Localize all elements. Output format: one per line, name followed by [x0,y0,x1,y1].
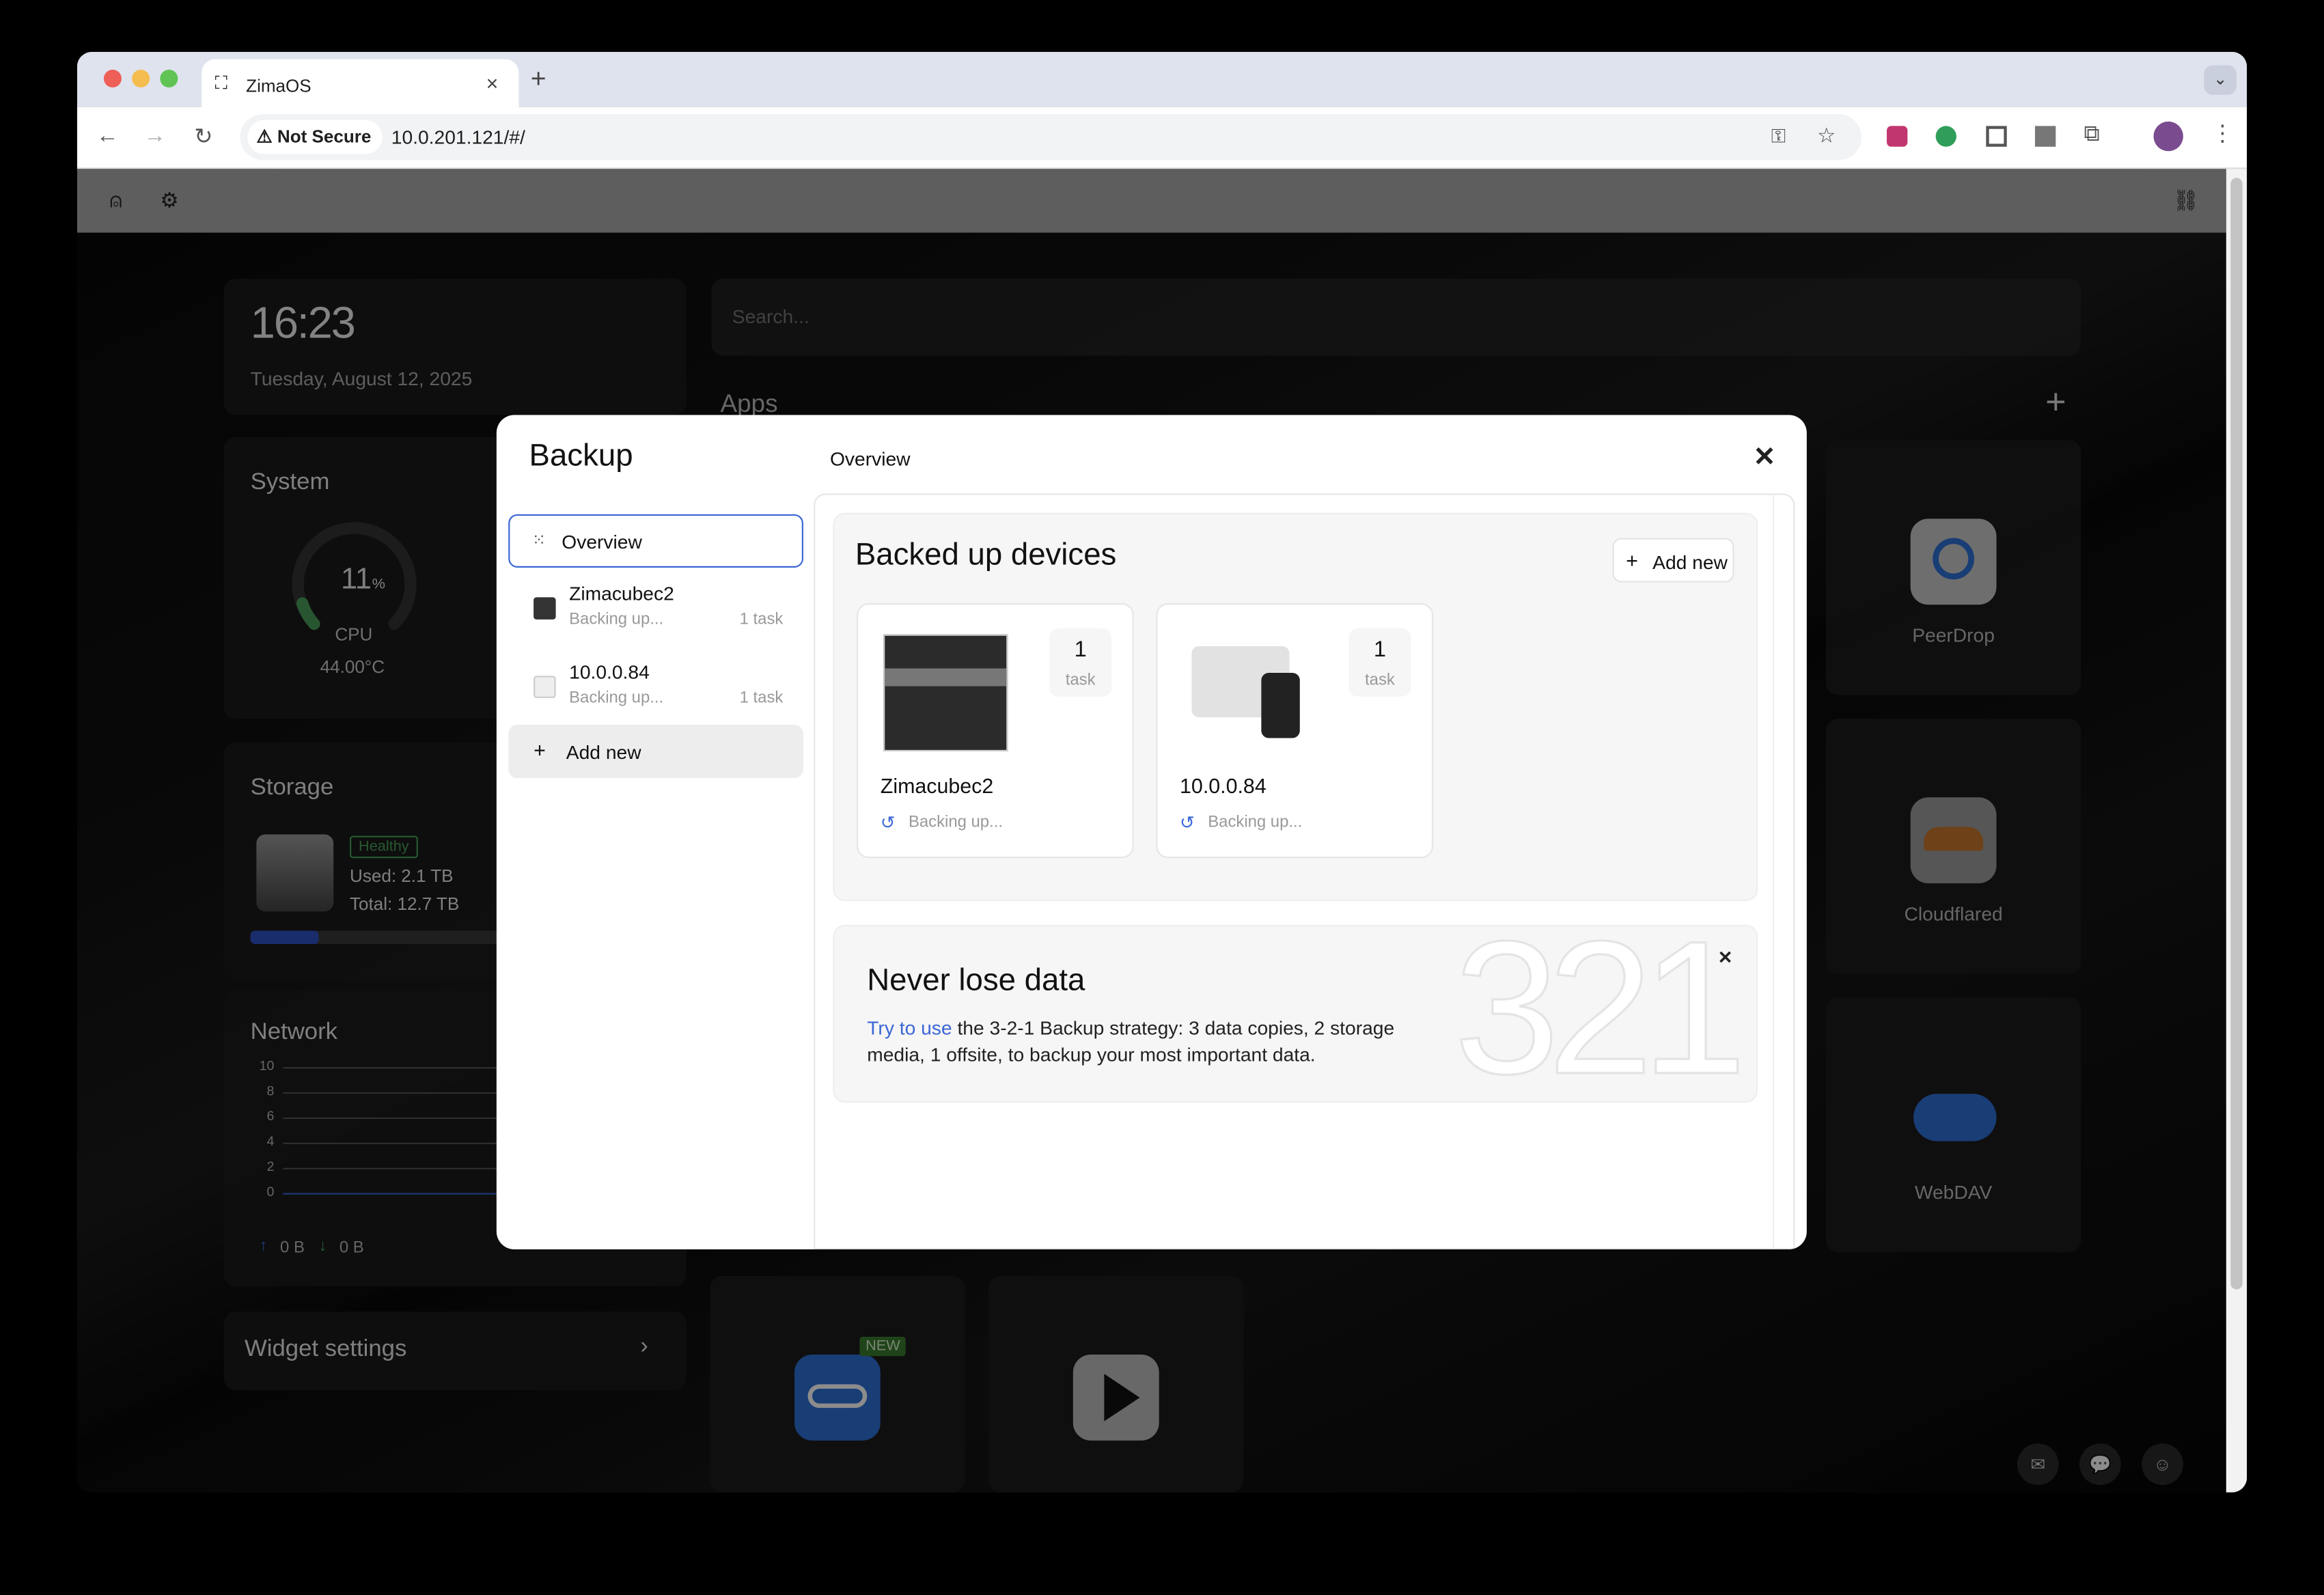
task-count-badge: 1 task [1348,628,1411,697]
add-new-label: Add new [1652,551,1728,574]
sidebar-item-status: Backing up... [569,610,664,628]
settings-gear-icon[interactable]: ⚙ [160,189,178,214]
bookmark-star-icon[interactable]: ☆ [1817,123,1836,148]
computer-device-icon [534,676,556,698]
browser-menu-icon[interactable]: ⋮ [2211,120,2234,147]
modal-title: Backup [529,439,633,473]
overview-panel: Backed up devices + Add new 1 task Zimacu… [814,493,1797,1250]
zimacube-device-image [883,634,1008,752]
device-card[interactable]: 1 task 10.0.0.84 ↺ Backing up... [1156,603,1434,859]
overview-content: Backed up devices + Add new 1 task Zimacu… [815,495,1774,1249]
plus-icon: + [1626,548,1638,572]
task-count: 1 [1074,637,1087,663]
add-new-label: Add new [566,740,641,764]
page-scrollbar[interactable] [2226,169,2247,1493]
modal-section-heading: Overview [829,447,911,470]
task-count-badge: 1 task [1049,628,1112,697]
security-label: Not Secure [277,126,372,147]
dismiss-tip-icon[interactable]: ✕ [1718,947,1733,967]
sidebar-add-new-button[interactable]: + Add new [508,724,803,779]
tab-strip: ⛶ ZimaOS × + ⌄ [77,51,2247,109]
task-unit: task [1365,671,1395,689]
sidebar-item-tasks: 1 task [739,610,784,628]
tab-title: ZimaOS [246,75,312,97]
device-name: 10.0.0.84 [1180,773,1267,798]
device-status: Backing up... [1208,814,1303,832]
sidebar-item-label: Overview [562,530,642,553]
backup-modal: Backup Overview ✕ ⁙ Overview Zimacubec2 … [496,415,1807,1250]
tab-close-icon[interactable]: × [486,71,499,95]
sidebar-item-label: Zimacubec2 [569,582,674,605]
extensions-puzzle-icon[interactable]: ⧉ [2084,122,2100,147]
translate-extension-icon[interactable] [1886,126,1908,147]
browser-tab[interactable]: ⛶ ZimaOS × [202,59,519,109]
user-icon[interactable]: ⍝ [110,189,122,214]
dashboard-topbar: ⍝ ⚙ ⛓ [77,169,2226,233]
sync-icon: ↺ [880,812,896,833]
device-status: Backing up... [908,814,1003,832]
grammarly-extension-icon[interactable] [1935,126,1956,147]
close-window-button[interactable] [103,69,122,88]
nas-device-icon [534,597,556,620]
sidebar-item-device[interactable]: 10.0.0.84 Backing up... 1 task [508,652,803,726]
url-text[interactable]: 10.0.201.121/#/ [391,126,525,148]
strategy-digits: 321 [1453,924,1748,1103]
address-bar[interactable]: ⚠ Not Secure 10.0.201.121/#/ ⚿ ☆ [240,114,1862,161]
add-new-device-button[interactable]: + Add new [1612,538,1734,583]
reload-icon[interactable]: ↻ [194,123,212,150]
phone-device-image [1261,673,1300,738]
section-title: Backed up devices [855,538,1117,572]
device-card[interactable]: 1 task Zimacubec2 ↺ Backing up... [857,603,1134,859]
zlib-extension-icon[interactable] [2034,126,2056,147]
scrollbar-thumb[interactable] [2230,178,2243,1290]
device-name: Zimacubec2 [880,773,994,798]
new-tab-button[interactable]: + [531,64,547,95]
sidebar-item-tasks: 1 task [739,689,784,707]
tip-title: Never lose data [867,963,1085,998]
tab-search-button[interactable]: ⌄ [2204,65,2237,95]
sidebar-item-status: Backing up... [569,689,664,707]
minimize-window-button[interactable] [132,69,150,88]
close-icon[interactable]: ✕ [1754,442,1776,473]
backed-up-devices-section: Backed up devices + Add new 1 task Zimacu… [833,512,1758,902]
network-topology-icon[interactable]: ⛓ [2173,189,2200,214]
sync-icon: ↺ [1180,812,1195,833]
plus-icon: + [534,738,546,762]
security-chip[interactable]: ⚠ Not Secure [247,120,383,154]
grid-icon: ⁙ [531,531,546,550]
zimaos-favicon-icon: ⛶ [215,72,227,94]
forward-arrow-icon[interactable]: → [143,123,166,148]
sidebar-item-overview[interactable]: ⁙ Overview [508,514,803,568]
tip-body: Try to use the 3-2-1 Backup strategy: 3 … [867,1015,1400,1068]
qr-extension-icon[interactable] [1986,126,2007,147]
panel-scrollbar[interactable] [1772,495,1797,1250]
maximize-window-button[interactable] [160,69,178,88]
try-to-use-link[interactable]: Try to use [867,1016,952,1039]
sidebar-item-label: 10.0.0.84 [569,661,650,684]
task-unit: task [1065,671,1096,689]
browser-toolbar: ← → ↻ ⚠ Not Secure 10.0.201.121/#/ ⚿ ☆ ⧉… [77,107,2247,169]
profile-avatar[interactable] [2153,121,2183,152]
warning-icon: ⚠ [256,126,277,147]
task-count: 1 [1373,637,1386,663]
sidebar-item-device[interactable]: Zimacubec2 Backing up... 1 task [508,574,803,648]
password-key-icon[interactable]: ⚿ [1771,124,1786,148]
back-arrow-icon[interactable]: ← [96,123,119,148]
backup-tip-banner: 321 Never lose data Try to use the 3-2-1… [833,924,1758,1103]
